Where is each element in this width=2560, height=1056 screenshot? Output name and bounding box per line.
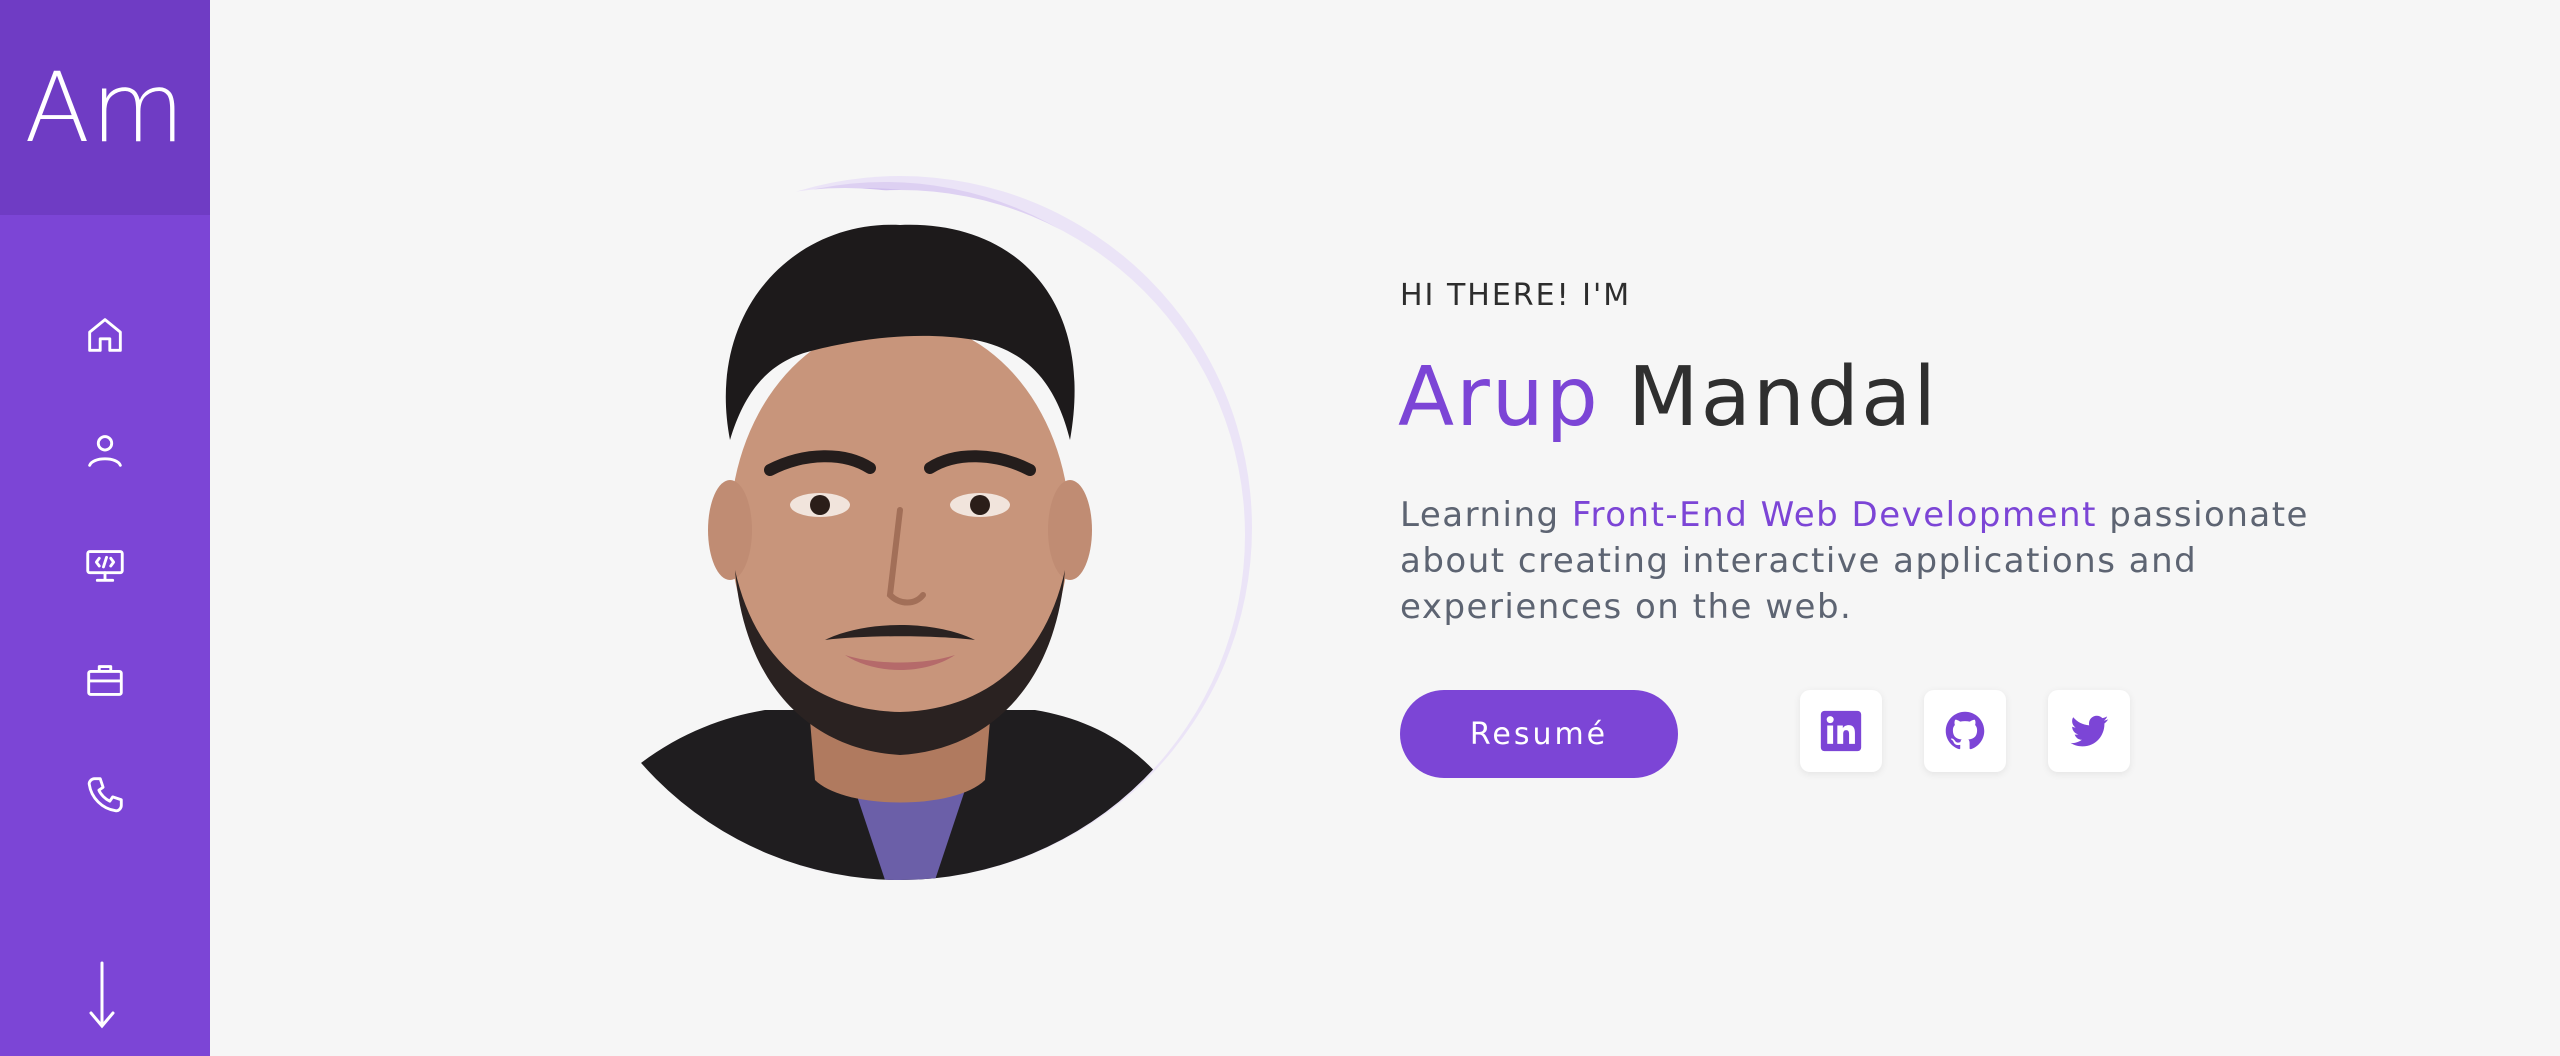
nav-contact[interactable] xyxy=(70,760,140,830)
briefcase-icon xyxy=(87,665,123,696)
home-icon xyxy=(88,318,122,352)
profile-photo xyxy=(555,190,1245,880)
sidebar: Am xyxy=(0,0,210,1056)
hero-photo-area xyxy=(555,175,1275,880)
phone-icon xyxy=(87,777,123,813)
hero-first-name: Arup xyxy=(1398,350,1600,445)
twitter-link[interactable] xyxy=(2048,690,2130,772)
github-icon xyxy=(1945,711,1985,750)
bio-highlight: Front-End Web Development xyxy=(1571,495,2097,535)
linkedin-icon xyxy=(1820,710,1862,752)
monitor-code-icon xyxy=(86,550,124,582)
scroll-down-button[interactable] xyxy=(72,955,132,1035)
nav-portfolio[interactable] xyxy=(70,645,140,715)
bio-prefix: Learning xyxy=(1400,495,1572,535)
logo[interactable]: Am xyxy=(0,0,210,215)
hero-bio: Learning Front-End Web Development passi… xyxy=(1400,492,2360,630)
linkedin-link[interactable] xyxy=(1800,690,1882,772)
arrow-down-icon xyxy=(89,961,115,1029)
nav-home[interactable] xyxy=(70,300,140,370)
hero-last-name: Mandal xyxy=(1627,350,1938,445)
resume-button[interactable]: Resumé xyxy=(1400,690,1678,778)
user-icon xyxy=(88,435,122,467)
twitter-icon xyxy=(2070,715,2109,747)
hero-name: Arup Mandal xyxy=(1398,350,1938,445)
github-link[interactable] xyxy=(1924,690,2006,772)
nav-about[interactable] xyxy=(70,415,140,485)
hero-greeting: HI THERE! I'M xyxy=(1400,278,1632,313)
nav-skills[interactable] xyxy=(70,530,140,600)
portrait-illustration xyxy=(555,190,1245,880)
